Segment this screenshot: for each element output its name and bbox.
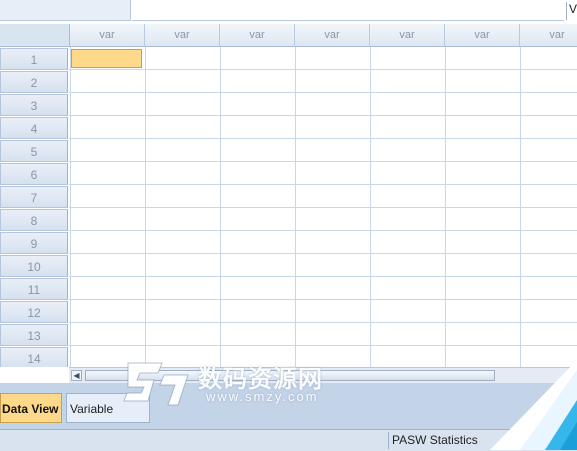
column-header-var-1[interactable]: var xyxy=(70,24,145,47)
row-header-4[interactable]: 4 xyxy=(0,117,68,139)
column-header-var-2[interactable]: var xyxy=(145,24,220,47)
view-tabs: Data View Variable xyxy=(0,383,577,429)
row-header-14[interactable]: 14 xyxy=(0,347,68,367)
active-cell[interactable] xyxy=(71,49,142,68)
data-cells[interactable] xyxy=(69,47,577,367)
tab-data-view[interactable]: Data View xyxy=(0,393,62,423)
grid-corner[interactable] xyxy=(0,24,70,47)
column-header-var-3[interactable]: var xyxy=(220,24,295,47)
cell-value-field[interactable] xyxy=(132,0,564,21)
column-header-var-7[interactable]: var xyxy=(520,24,577,47)
scrollbar-thumb[interactable] xyxy=(85,370,495,381)
row-header-11[interactable]: 11 xyxy=(0,278,68,300)
row-header-3[interactable]: 3 xyxy=(0,94,68,116)
row-header-7[interactable]: 7 xyxy=(0,186,68,208)
row-header-6[interactable]: 6 xyxy=(0,163,68,185)
row-header-13[interactable]: 13 xyxy=(0,324,68,346)
tab-variable-view[interactable]: Variable xyxy=(66,393,150,423)
scroll-left-icon[interactable]: ◀ xyxy=(71,370,82,381)
column-header-var-5[interactable]: var xyxy=(370,24,445,47)
row-header-10[interactable]: 10 xyxy=(0,255,68,277)
toolbar-strip: V xyxy=(0,0,577,22)
row-header-5[interactable]: 5 xyxy=(0,140,68,162)
row-header-1[interactable]: 1 xyxy=(0,48,68,70)
column-header-var-6[interactable]: var xyxy=(445,24,520,47)
status-bar: PASW Statistics xyxy=(0,429,577,451)
row-header-2[interactable]: 2 xyxy=(0,71,68,93)
row-header-12[interactable]: 12 xyxy=(0,301,68,323)
status-text: PASW Statistics xyxy=(388,432,577,449)
row-header-8[interactable]: 8 xyxy=(0,209,68,231)
column-header-var-4[interactable]: var xyxy=(295,24,370,47)
horizontal-scrollbar[interactable]: ◀ xyxy=(69,367,577,383)
row-header-9[interactable]: 9 xyxy=(0,232,68,254)
cell-reference-box[interactable] xyxy=(0,0,131,21)
visible-label: V xyxy=(566,2,577,20)
data-grid: var var var var var var var 1 2 3 4 5 6 … xyxy=(0,24,577,367)
